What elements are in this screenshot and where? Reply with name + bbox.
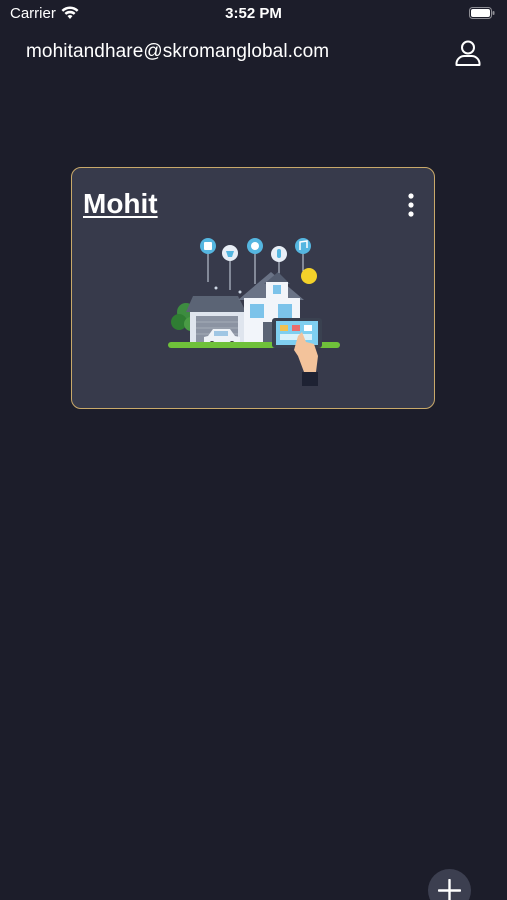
- status-time: 3:52 PM: [225, 5, 282, 22]
- user-icon[interactable]: [453, 38, 483, 68]
- home-list-screen: Carrier 3:52 PM mohitandhare@skromanglob…: [0, 0, 507, 900]
- add-home-button[interactable]: [428, 869, 471, 900]
- smart-home-illustration: [168, 238, 340, 386]
- battery-icon: [469, 7, 495, 19]
- more-vertical-icon[interactable]: [404, 192, 418, 218]
- home-card[interactable]: Mohit: [71, 167, 435, 409]
- plus-icon: [438, 879, 461, 900]
- home-name[interactable]: Mohit: [83, 188, 158, 220]
- status-bar: Carrier 3:52 PM: [0, 0, 507, 28]
- user-email: mohitandhare@skromanglobal.com: [26, 41, 330, 62]
